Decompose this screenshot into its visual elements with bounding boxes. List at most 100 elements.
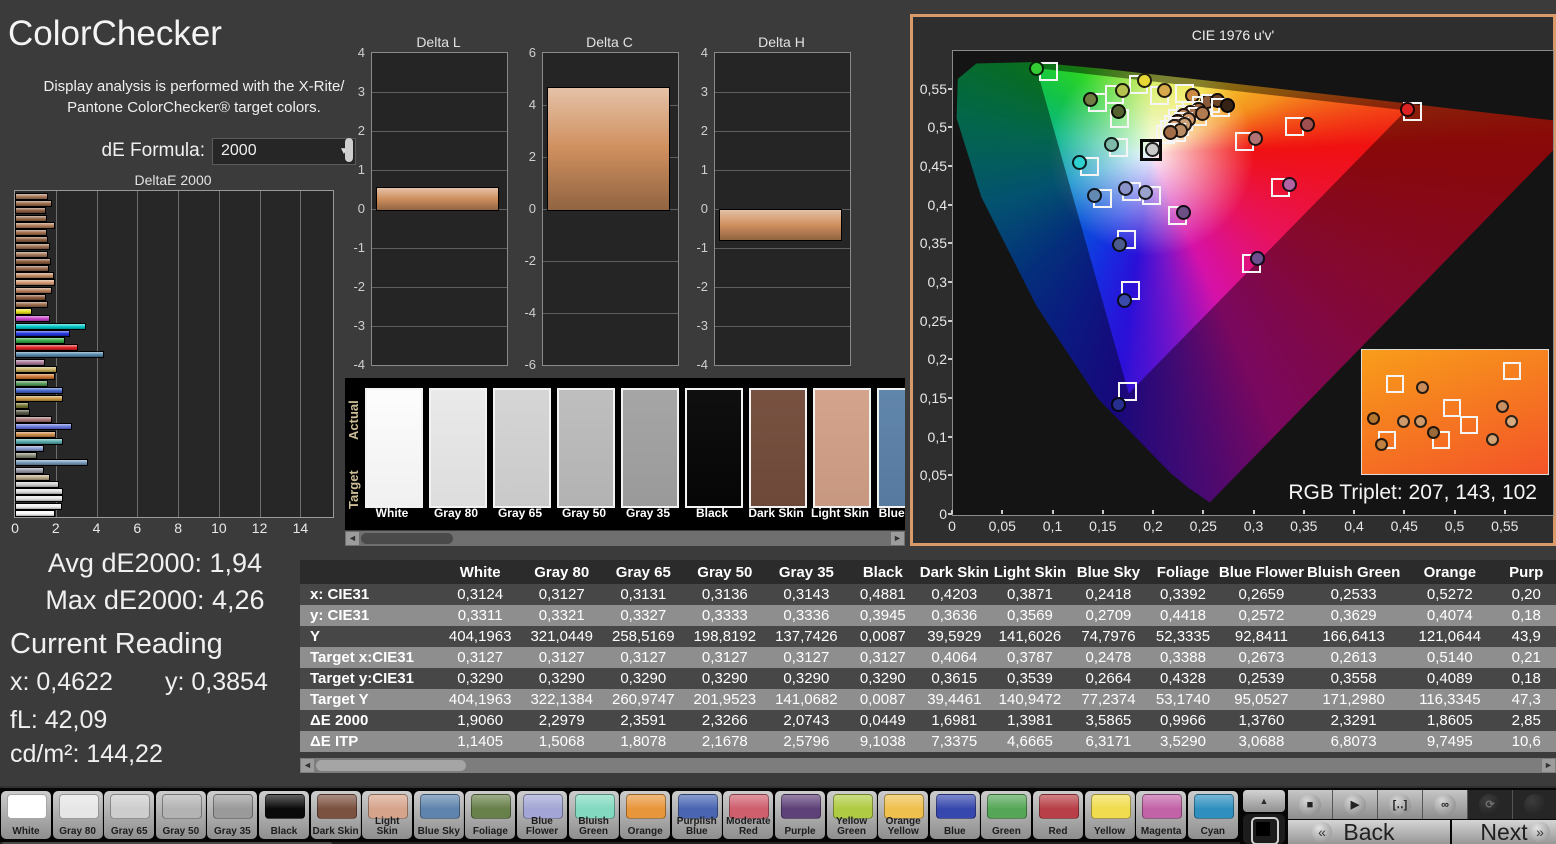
toolbar-patch-green[interactable]: Green — [981, 791, 1032, 839]
toolbar-patch-light-skin[interactable]: Light Skin — [362, 791, 413, 839]
x-tick-mark — [1051, 510, 1054, 514]
table-scrollbar[interactable]: ◄ ► — [300, 758, 1556, 773]
toolbar-patch-bluish-green[interactable]: Bluish Green — [568, 791, 619, 839]
play-button[interactable]: ▶ — [1333, 790, 1378, 819]
toolbar-patch-blue-flower[interactable]: Blue Flower — [517, 791, 567, 839]
table-cell: 137,7426 — [765, 626, 848, 647]
table-cell: 0,4074 — [1403, 605, 1497, 626]
toolbar-patch-white[interactable]: White — [1, 791, 51, 839]
x-tick-label: 0,4 — [1344, 518, 1364, 534]
gridline — [372, 326, 507, 327]
deltae-bar — [15, 416, 52, 424]
y-tick-label: 6 — [528, 45, 536, 60]
toolbar-patch-magenta[interactable]: Magenta — [1136, 791, 1187, 839]
toolbar-patch-orange-yellow[interactable]: Orange Yellow — [878, 791, 929, 839]
toolbar-patch-dark-skin[interactable]: Dark Skin — [310, 791, 361, 839]
next-button[interactable]: Next » — [1452, 820, 1556, 844]
row-label: x: CIE31 — [300, 584, 440, 605]
patch-chip — [987, 794, 1028, 819]
patch-white — [365, 388, 423, 508]
blank-icon — [1524, 793, 1546, 816]
y-tick-label: 0,15 — [919, 390, 947, 406]
deltae-bar — [15, 495, 63, 503]
patch-gray-50 — [557, 388, 615, 508]
y-tick-label: -4 — [696, 357, 708, 372]
toolbar-patch-gray-50[interactable]: Gray 50 — [155, 791, 206, 839]
toolbar-patch-moderate-red[interactable]: Moderate Red — [723, 791, 774, 839]
pattern-window-button[interactable] — [1243, 814, 1285, 844]
table-cell: 1,3760 — [1218, 710, 1305, 731]
stop-button[interactable]: ■ — [1288, 790, 1333, 819]
x-tick-label: 4 — [92, 520, 101, 536]
patch-label: Magenta — [1140, 826, 1182, 837]
scroll-right-icon[interactable]: ► — [1542, 759, 1555, 772]
toolbar-patch-gray-65[interactable]: Gray 65 — [104, 791, 155, 839]
deltae-bar — [15, 481, 59, 488]
toolbar-patch-purplish-blue[interactable]: Purplish Blue — [671, 791, 722, 839]
deltae-bar-chart — [14, 190, 334, 518]
back-label: Back — [1343, 819, 1395, 844]
toolbar-patch-yellow-green[interactable]: Yellow Green — [826, 791, 877, 839]
x-tick-label: 10 — [211, 520, 227, 536]
table-cell: 0,3392 — [1147, 584, 1219, 605]
deltae-bar — [15, 272, 54, 280]
table-cell: 3,5865 — [1069, 710, 1148, 731]
measured-point — [1082, 92, 1098, 108]
patch-strip-scrollbar[interactable]: ◄ ► — [345, 531, 905, 546]
deltae-bar — [15, 193, 48, 200]
table-cell: 171,2980 — [1304, 689, 1404, 710]
back-button[interactable]: « Back — [1288, 820, 1450, 844]
infinity-button[interactable]: ∞ — [1423, 790, 1468, 819]
deltae-bar — [15, 351, 104, 359]
de-formula-dropdown[interactable]: 2000 ▼ — [212, 138, 356, 165]
x-tick-label: 0,05 — [988, 518, 1016, 534]
y-tick-label: 0 — [357, 201, 365, 216]
table-cell: 1,8078 — [602, 731, 685, 752]
scroll-right-icon[interactable]: ► — [891, 532, 904, 545]
scrollbar-thumb[interactable] — [361, 533, 453, 544]
y-tick-label: 0,5 — [927, 119, 947, 136]
toolbar-patch-foliage[interactable]: Foliage — [465, 791, 516, 839]
deltae-bar — [15, 315, 50, 323]
scroll-left-icon[interactable]: ◄ — [301, 759, 314, 772]
toolbar-patch-blue[interactable]: Blue — [929, 791, 980, 839]
column-header: Gray 80 — [520, 560, 603, 584]
toolbar-patch-cyan[interactable]: Cyan — [1187, 791, 1238, 839]
measured-point — [1194, 105, 1210, 121]
table-cell: 322,1384 — [520, 689, 603, 710]
gridline — [543, 261, 678, 262]
y-tick-mark — [948, 165, 952, 167]
refresh-button[interactable]: ⟳ — [1468, 790, 1513, 819]
table-cell: 0,3290 — [602, 668, 685, 689]
y-tick-label: 2 — [528, 149, 536, 164]
toolbar-patch-black[interactable]: Black — [259, 791, 309, 839]
toolbar-patch-red[interactable]: Red — [1033, 791, 1083, 839]
blank-button[interactable] — [1513, 790, 1556, 819]
scrollbar-thumb[interactable] — [316, 760, 466, 771]
toolbar-patch-purple[interactable]: Purple — [775, 791, 825, 839]
table-cell: 141,6026 — [990, 626, 1070, 647]
loop-button[interactable]: [‥] — [1378, 790, 1423, 819]
table-cell: 0,4418 — [1147, 605, 1219, 626]
toolbar-patch-gray-80[interactable]: Gray 80 — [52, 791, 103, 839]
scroll-left-icon[interactable]: ◄ — [346, 532, 359, 545]
toolbar-patch-yellow[interactable]: Yellow — [1084, 791, 1135, 839]
patch-chip — [265, 794, 305, 819]
toolbar-patch-orange[interactable]: Orange — [620, 791, 671, 839]
table-cell: 0,4328 — [1147, 668, 1219, 689]
patch-label: Gray 35 — [214, 826, 251, 837]
patch-label: Gray 65 — [110, 826, 148, 837]
toolbar-patch-blue-sky[interactable]: Blue Sky — [413, 791, 464, 839]
table-cell: 0,3336 — [765, 605, 848, 626]
table-cell: 9,1038 — [847, 731, 919, 752]
deltae-bar — [15, 394, 63, 402]
table-cell: 47,3 — [1496, 689, 1556, 710]
collapse-up-button[interactable]: ▲ — [1243, 790, 1285, 812]
max-de2000: Max dE2000: 4,26 — [45, 585, 265, 615]
table-cell: 43,9 — [1496, 626, 1556, 647]
toolbar-patch-gray-35[interactable]: Gray 35 — [207, 791, 258, 839]
left-scroll-thumb[interactable] — [345, 138, 353, 162]
deltae-bar — [15, 401, 30, 409]
table-header-row: White Gray 80 Gray 65 Gray 50 Gray 35 Black Da… — [300, 560, 1556, 584]
patch-label: Bluish Green — [578, 816, 609, 837]
